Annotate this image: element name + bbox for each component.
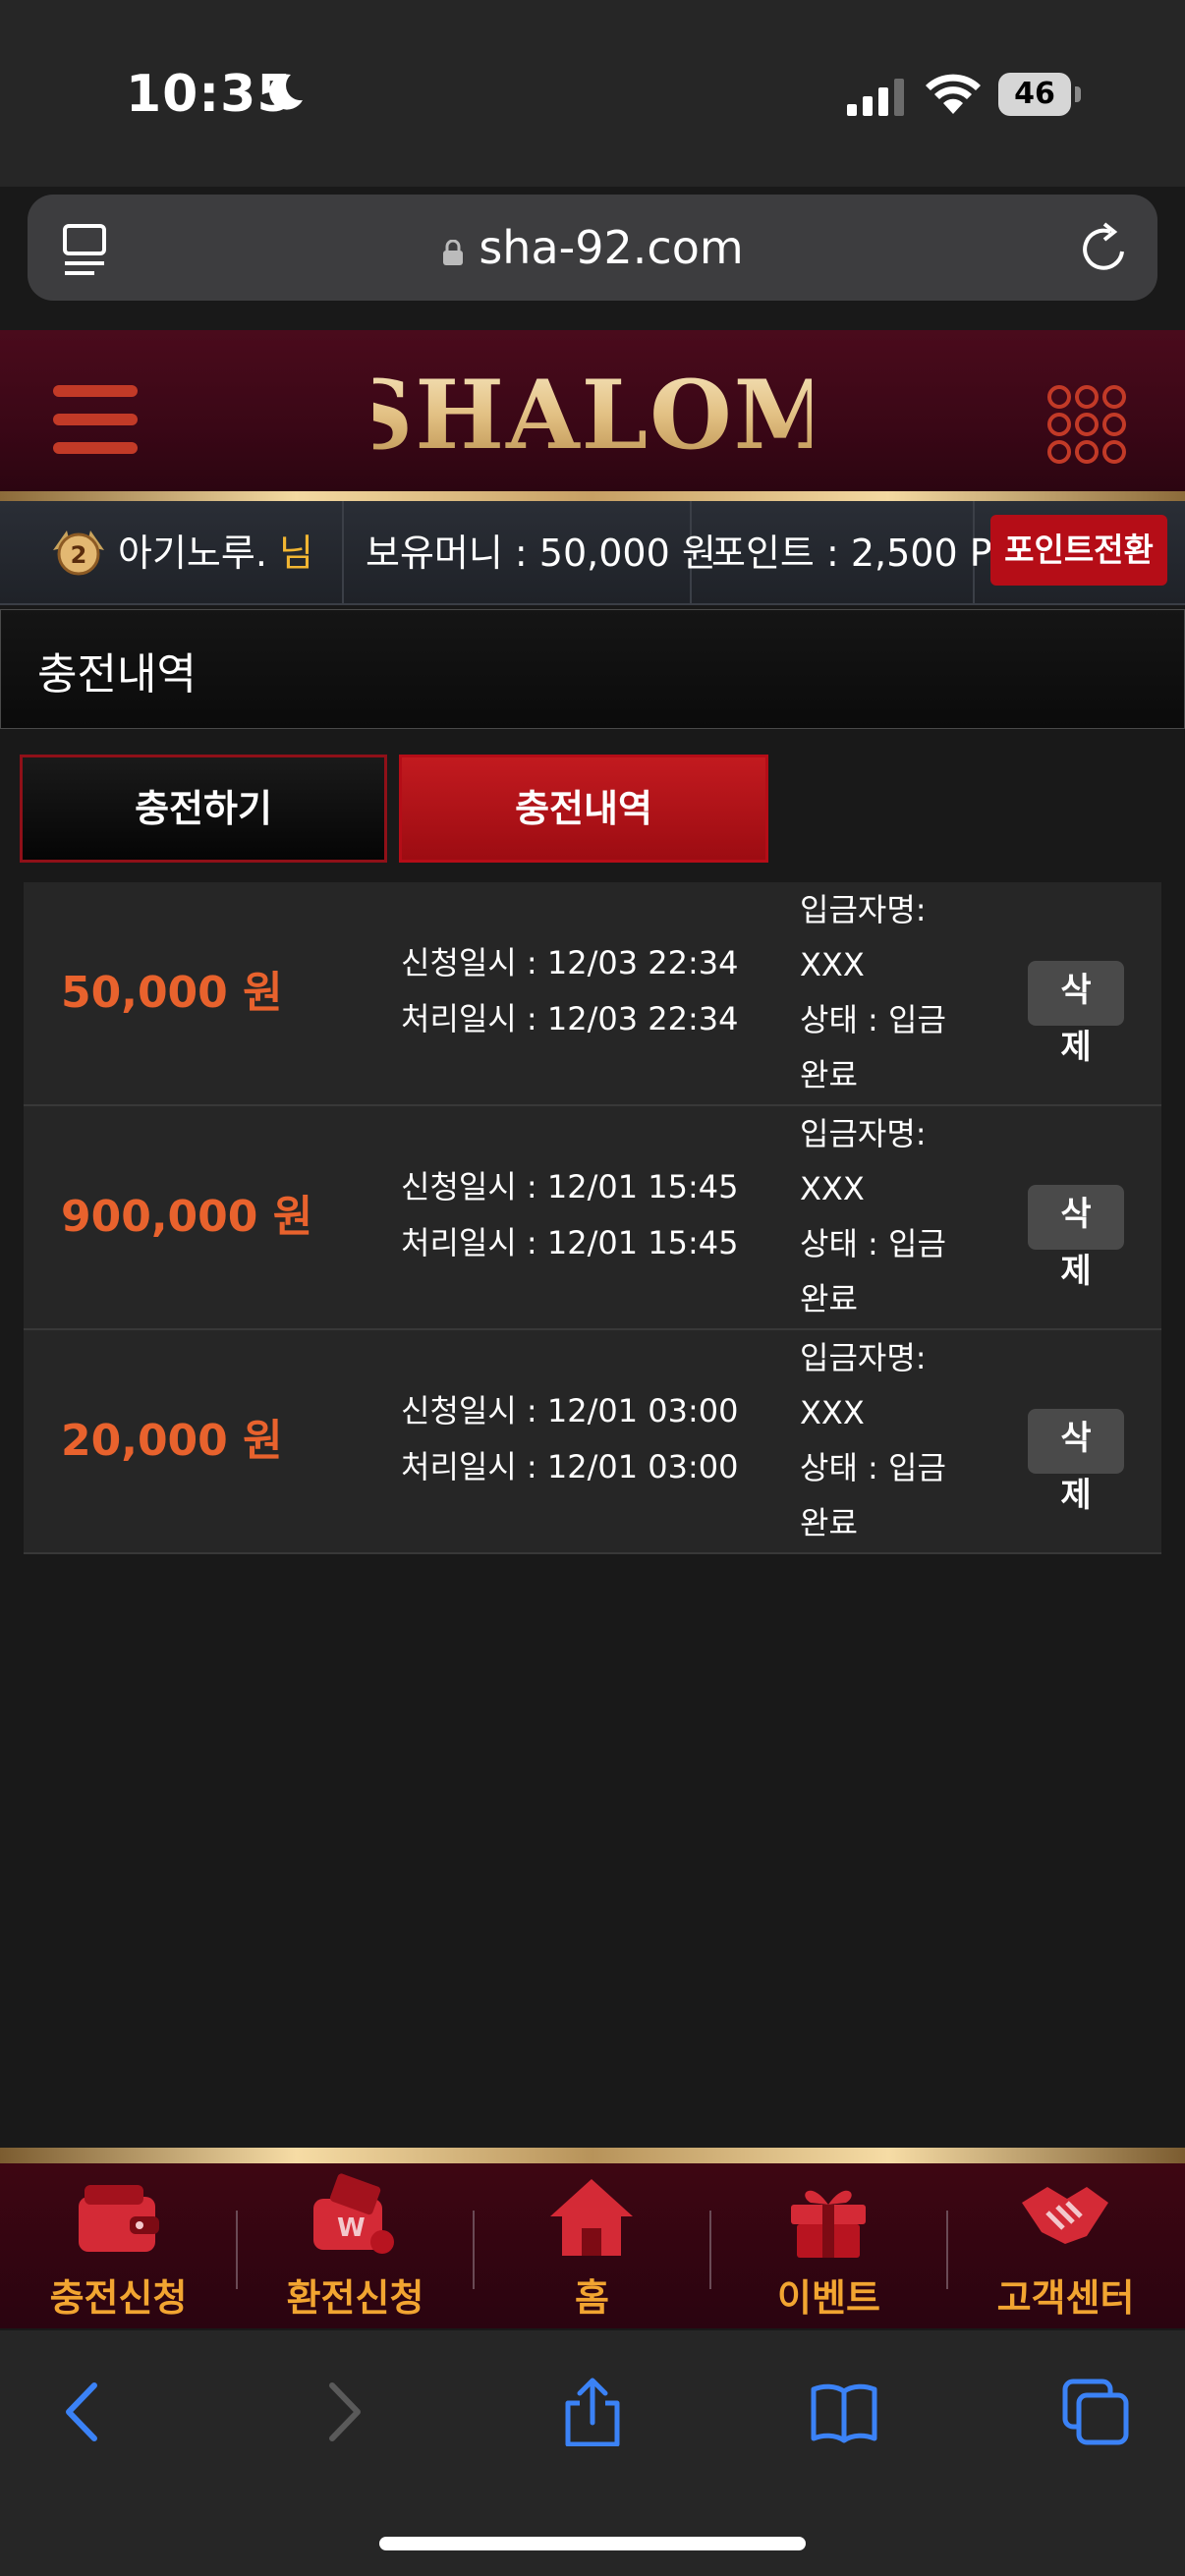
username-text: 아기노루. (118, 532, 267, 575)
depositor-label: 입금자명: (800, 1339, 927, 1376)
delete-char-1: 삭 (1060, 1419, 1092, 1458)
status-line: 상태 : 입금 (800, 1449, 946, 1486)
history-amount: 900,000 원 (61, 1192, 313, 1242)
shalom-logo[interactable]: SHALOM (373, 362, 812, 470)
handshake-icon (1022, 2187, 1108, 2244)
delete-char-1: 삭 (1060, 971, 1092, 1010)
status-line: 상태 : 입금 (800, 1001, 946, 1038)
nav-label: 고객센터 (996, 2276, 1135, 2320)
depositor-name: XXX (800, 946, 865, 983)
page-title: 충전내역 (37, 649, 197, 700)
grid-menu-icon[interactable] (1045, 383, 1128, 466)
history-amount: 20,000 원 (61, 1416, 283, 1466)
battery-icon: 46 (998, 73, 1081, 116)
status-line-cont: 완료 (800, 1056, 858, 1093)
depositor-label: 입금자명: (800, 891, 927, 928)
nav-label: 환전신청 (286, 2276, 424, 2320)
depositor-name: XXX (800, 1170, 865, 1207)
history-row: 50,000 원 신청일시 : 12/03 22:34 처리일시 : 12/03… (24, 882, 1161, 1106)
history-dates: 신청일시 : 12/01 03:00 처리일시 : 12/01 03:00 (401, 1383, 739, 1495)
delete-button[interactable]: 삭 (1028, 1409, 1124, 1474)
nav-deposit-request[interactable]: 충전신청 (0, 2163, 237, 2328)
svg-text:W: W (337, 2213, 366, 2243)
nav-events[interactable]: 이벤트 (710, 2163, 947, 2328)
bottom-nav-gold-border (0, 2148, 1185, 2163)
username: 아기노루. 님 (118, 523, 313, 577)
moon-icon (269, 74, 303, 110)
header-gold-border (0, 491, 1185, 501)
request-time: 신청일시 : 12/03 22:34 (401, 944, 739, 981)
history-dates: 신청일시 : 12/03 22:34 처리일시 : 12/03 22:34 (401, 935, 739, 1047)
home-icon (550, 2179, 633, 2256)
nav-label: 충전신청 (49, 2276, 188, 2320)
delete-char-1: 삭 (1060, 1195, 1092, 1234)
delete-button[interactable]: 삭 (1028, 961, 1124, 1026)
share-icon[interactable] (558, 2378, 627, 2446)
nav-label: 홈 (575, 2276, 609, 2320)
wallet-icon (79, 2185, 159, 2252)
balance-money: 보유머니 : 50,000 원 (366, 532, 716, 575)
history-row: 20,000 원 신청일시 : 12/01 03:00 처리일시 : 12/01… (24, 1330, 1161, 1554)
gift-icon (791, 2190, 866, 2258)
honorific: 님 (279, 532, 313, 575)
nav-customer-center[interactable]: 고객센터 (947, 2163, 1184, 2328)
depositor-info: 입금자명: XXX 상태 : 입금 완료 (800, 1330, 987, 1550)
depositor-name: XXX (800, 1394, 865, 1431)
depositor-label: 입금자명: (800, 1115, 927, 1152)
request-time: 신청일시 : 12/01 15:45 (401, 1168, 739, 1205)
nav-home[interactable]: 홈 (474, 2163, 710, 2328)
history-amount: 50,000 원 (61, 968, 283, 1018)
depositor-info: 입금자명: XXX 상태 : 입금 완료 (800, 1106, 987, 1326)
balance-points: 포인트 : 2,500 P (711, 532, 992, 575)
svg-text:SHALOM: SHALOM (373, 362, 812, 470)
status-line-cont: 완료 (800, 1504, 858, 1541)
tab-deposit[interactable]: 충전하기 (20, 755, 387, 863)
wallet-exchange-icon: W (313, 2173, 394, 2254)
hamburger-menu-icon[interactable] (51, 383, 140, 456)
svg-text:2: 2 (71, 541, 87, 569)
reload-icon[interactable] (1077, 220, 1132, 277)
request-time: 신청일시 : 12/01 03:00 (401, 1392, 739, 1429)
tabs-icon[interactable] (1061, 2378, 1130, 2446)
delete-char-2[interactable]: 제 (1028, 1252, 1124, 1291)
bookmarks-icon[interactable] (810, 2378, 878, 2446)
processed-time: 처리일시 : 12/01 03:00 (401, 1448, 739, 1485)
delete-char-2[interactable]: 제 (1028, 1028, 1124, 1067)
level-medal-icon: 2 (53, 531, 104, 576)
lock-icon (443, 240, 464, 265)
url-text: sha-92.com (479, 221, 744, 274)
processed-time: 처리일시 : 12/03 22:34 (401, 1000, 739, 1037)
history-row: 900,000 원 신청일시 : 12/01 15:45 처리일시 : 12/0… (24, 1106, 1161, 1330)
history-dates: 신청일시 : 12/01 15:45 처리일시 : 12/01 15:45 (401, 1159, 739, 1271)
nav-withdraw-request[interactable]: W 환전신청 (237, 2163, 474, 2328)
address-bar-url[interactable]: sha-92.com (0, 195, 1185, 301)
back-icon[interactable] (51, 2378, 120, 2446)
tab-deposit-history[interactable]: 충전내역 (399, 755, 768, 863)
depositor-info: 입금자명: XXX 상태 : 입금 완료 (800, 882, 987, 1102)
status-line: 상태 : 입금 (800, 1225, 946, 1262)
bottom-nav: 충전신청 W 환전신청 홈 이벤트 고객센터 (0, 2163, 1185, 2328)
wifi-icon (926, 74, 981, 114)
processed-time: 처리일시 : 12/01 15:45 (401, 1224, 739, 1261)
battery-level: 46 (998, 73, 1071, 116)
delete-char-2[interactable]: 제 (1028, 1476, 1124, 1515)
status-line-cont: 완료 (800, 1280, 858, 1317)
delete-button[interactable]: 삭 (1028, 1185, 1124, 1250)
home-indicator (379, 2537, 806, 2550)
convert-points-button[interactable]: 포인트전환 (990, 515, 1167, 586)
forward-icon[interactable] (307, 2378, 375, 2446)
nav-label: 이벤트 (777, 2276, 880, 2320)
cellular-signal-icon (847, 79, 904, 116)
